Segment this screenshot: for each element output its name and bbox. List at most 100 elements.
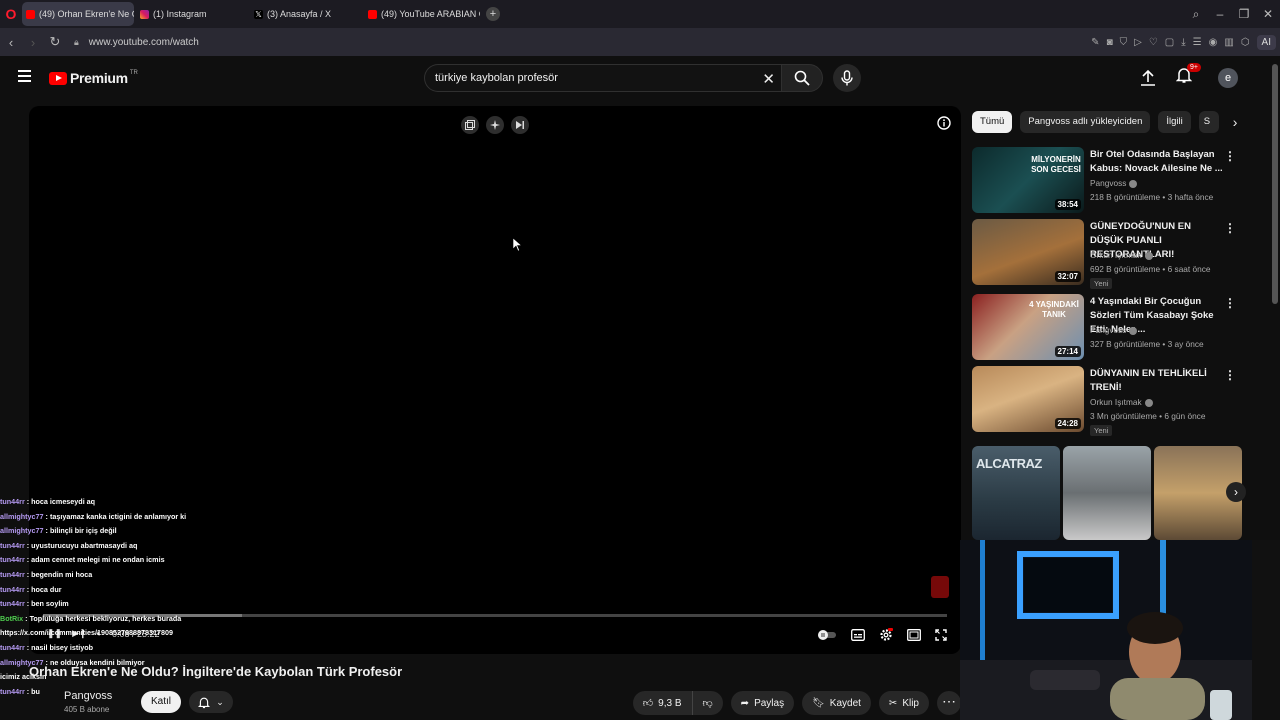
ai-button[interactable]: AI — [1256, 34, 1276, 50]
chip-related[interactable]: İlgili — [1158, 111, 1191, 133]
video-duration: 27:14 — [1054, 346, 1081, 357]
chat-text: taşıyamaz kanka ictigini de anlamıyor ki — [49, 511, 187, 521]
play-icon[interactable]: ▷ — [1134, 37, 1142, 48]
shield-icon[interactable]: ⛉ — [1120, 37, 1128, 48]
video-title[interactable]: DÜNYANIN EN TEHLİKELİ TRENİ! — [1090, 367, 1225, 395]
chevron-right-icon[interactable]: › — [1226, 482, 1246, 502]
sparkle-icon[interactable] — [486, 116, 504, 134]
chip-truncated[interactable]: S — [1198, 111, 1219, 133]
tab-label: (49) Orhan Ekren'e Ne Ol — [39, 9, 134, 19]
upload-icon[interactable] — [1140, 69, 1156, 87]
clip-button[interactable]: ✂ Klip — [878, 691, 929, 715]
heart-icon[interactable]: ♡ — [1149, 37, 1158, 48]
opera-logo-icon[interactable]: O — [0, 0, 22, 28]
more-options-icon[interactable]: ⋮ — [1224, 149, 1236, 163]
camera-icon[interactable]: ◙ — [1107, 37, 1113, 48]
related-video-item[interactable]: MİLYONERİN SON GECESİ 38:54 Bir Otel Oda… — [972, 147, 1242, 215]
wallet-icon[interactable]: ▢ — [1165, 37, 1174, 48]
settings-gear-icon[interactable] — [879, 628, 893, 642]
page-scrollbar[interactable] — [1270, 56, 1280, 540]
chip-all[interactable]: Tümü — [972, 111, 1013, 133]
avatar[interactable]: e — [1218, 67, 1238, 88]
back-button[interactable]: ‹ — [0, 35, 22, 50]
search-icon — [794, 70, 810, 86]
channel-watermark-icon[interactable] — [931, 576, 949, 598]
scrollbar-thumb[interactable] — [1272, 64, 1278, 304]
youtube-premium-logo[interactable]: Premium TR — [49, 70, 138, 86]
video-thumbnail[interactable]: 32:07 — [972, 219, 1084, 285]
search-tabs-icon[interactable]: ⌕ — [1184, 7, 1208, 22]
video-channel[interactable]: Pangvoss — [1090, 178, 1138, 188]
related-video-item[interactable]: 4 YAŞINDAKİ TANIK 27:14 4 Yaşındaki Bir … — [972, 294, 1242, 362]
video-thumbnail[interactable]: 24:28 — [972, 366, 1084, 432]
tab-instagram[interactable]: (1) Instagram — [136, 2, 248, 26]
share-label: Paylaş — [754, 697, 785, 709]
more-options-icon[interactable]: ⋮ — [1224, 296, 1236, 310]
related-video-item[interactable]: 32:07 GÜNEYDOĞU'NUN EN DÜŞÜK PUANLI REST… — [972, 219, 1242, 289]
maximize-button[interactable]: ❐ — [1232, 7, 1256, 21]
share-button[interactable]: ➦ Paylaş — [730, 691, 795, 715]
related-video-item[interactable]: 24:28 DÜNYANIN EN TEHLİKELİ TRENİ! Orkun… — [972, 366, 1242, 436]
chip-from-uploader[interactable]: Pangvoss adlı yükleyiciden — [1020, 111, 1151, 133]
download-icon[interactable]: ⤓ — [1181, 37, 1185, 48]
webcam-overlay — [960, 540, 1280, 720]
like-dislike-group: 👍︎ 9,3 B 👎︎ — [632, 691, 723, 715]
recommendation-chips: Tümü Pangvoss adlı yükleyiciden İlgili S… — [972, 111, 1237, 133]
autoplay-toggle[interactable] — [817, 629, 837, 641]
window-controls: ⌕ – ❐ ✕ — [1184, 0, 1280, 28]
chat-message: https://x.com/i/communities/190852768887… — [0, 626, 240, 641]
video-channel[interactable]: Orkun Işıtmak — [1090, 397, 1153, 407]
sidebar-icon[interactable]: ▥ — [1224, 37, 1233, 48]
like-button[interactable]: 👍︎ 9,3 B — [632, 691, 693, 715]
clear-search-icon[interactable]: ✕ — [762, 70, 775, 88]
video-thumbnail[interactable]: MİLYONERİN SON GECESİ 38:54 — [972, 147, 1084, 213]
url-field[interactable]: www.youtube.com/watch — [89, 37, 199, 48]
chat-username: tun44rr — [0, 686, 25, 696]
dislike-button[interactable]: 👎︎ — [692, 691, 723, 715]
video-title[interactable]: Bir Otel Odasında Başlayan Kabus: Novack… — [1090, 148, 1225, 176]
forward-button[interactable]: › — [22, 35, 44, 50]
x-icon: 𝕏 — [254, 9, 263, 19]
close-window-button[interactable]: ✕ — [1256, 7, 1280, 21]
profile-icon[interactable]: ◉ — [1209, 37, 1218, 48]
video-channel[interactable]: Orkun Işıtmak — [1090, 250, 1153, 260]
video-channel[interactable]: Pangvoss — [1090, 325, 1138, 335]
extensions-bar: ✎ ◙ ⛉ ▷ ♡ ▢ ⤓ ☰ ◉ ▥ ⬡ AI — [1091, 28, 1276, 56]
reload-button[interactable]: ↻ — [44, 34, 66, 50]
new-tab-button[interactable]: + — [486, 7, 500, 21]
chat-message: allmightyc77 : ne olduysa kendini bilmiy… — [0, 656, 240, 671]
voice-search-button[interactable] — [833, 64, 861, 92]
thumbs-up-icon: 👍︎ — [642, 698, 654, 709]
subtitles-icon[interactable] — [851, 629, 865, 641]
save-button[interactable]: 🔖︎ Kaydet — [802, 691, 871, 715]
search-input[interactable]: türkiye kaybolan profesör ✕ — [424, 64, 781, 92]
chat-text: hoca dur — [31, 584, 62, 594]
tab-youtube-video[interactable]: (49) Orhan Ekren'e Ne Ol — [22, 2, 134, 26]
more-options-icon[interactable]: ⋮ — [1224, 221, 1236, 235]
search-button[interactable] — [781, 64, 823, 92]
notifications-button[interactable]: 9+ — [1175, 63, 1201, 89]
minimize-button[interactable]: – — [1208, 7, 1232, 21]
short-thumbnail[interactable]: ALCATRAZ — [972, 446, 1060, 540]
fullscreen-icon[interactable] — [935, 629, 947, 641]
chat-text: Topluluğa herkesi bekliyoruz, herkes bur… — [29, 613, 182, 623]
chat-text: begendin mi hoca — [31, 569, 93, 579]
video-thumbnail[interactable]: 4 YAŞINDAKİ TANIK 27:14 — [972, 294, 1084, 360]
chevron-right-icon[interactable]: › — [1233, 114, 1238, 130]
short-thumbnail[interactable] — [1063, 446, 1151, 540]
menu-icon[interactable]: ☰ — [1193, 37, 1202, 48]
edit-icon[interactable]: ✎ — [1091, 37, 1099, 48]
theater-mode-icon[interactable] — [907, 629, 921, 641]
miniplayer-icon[interactable] — [461, 116, 479, 134]
lock-icon[interactable]: 🔒︎ — [74, 37, 79, 48]
skip-icon[interactable] — [511, 116, 529, 134]
chat-text: https://x.com/i/communities/190852768887… — [0, 628, 173, 638]
hamburger-menu-icon[interactable] — [18, 70, 31, 82]
tab-youtube-arabian[interactable]: (49) YouTube ARABIAN CL — [364, 2, 480, 26]
thumbs-down-icon: 👎︎ — [702, 698, 713, 709]
more-actions-button[interactable]: ⋯ — [937, 691, 961, 715]
more-options-icon[interactable]: ⋮ — [1224, 368, 1236, 382]
extension-icon[interactable]: ⬡ — [1241, 37, 1250, 48]
info-icon[interactable] — [937, 116, 951, 135]
tab-x[interactable]: 𝕏 (3) Anasayfa / X — [250, 2, 362, 26]
